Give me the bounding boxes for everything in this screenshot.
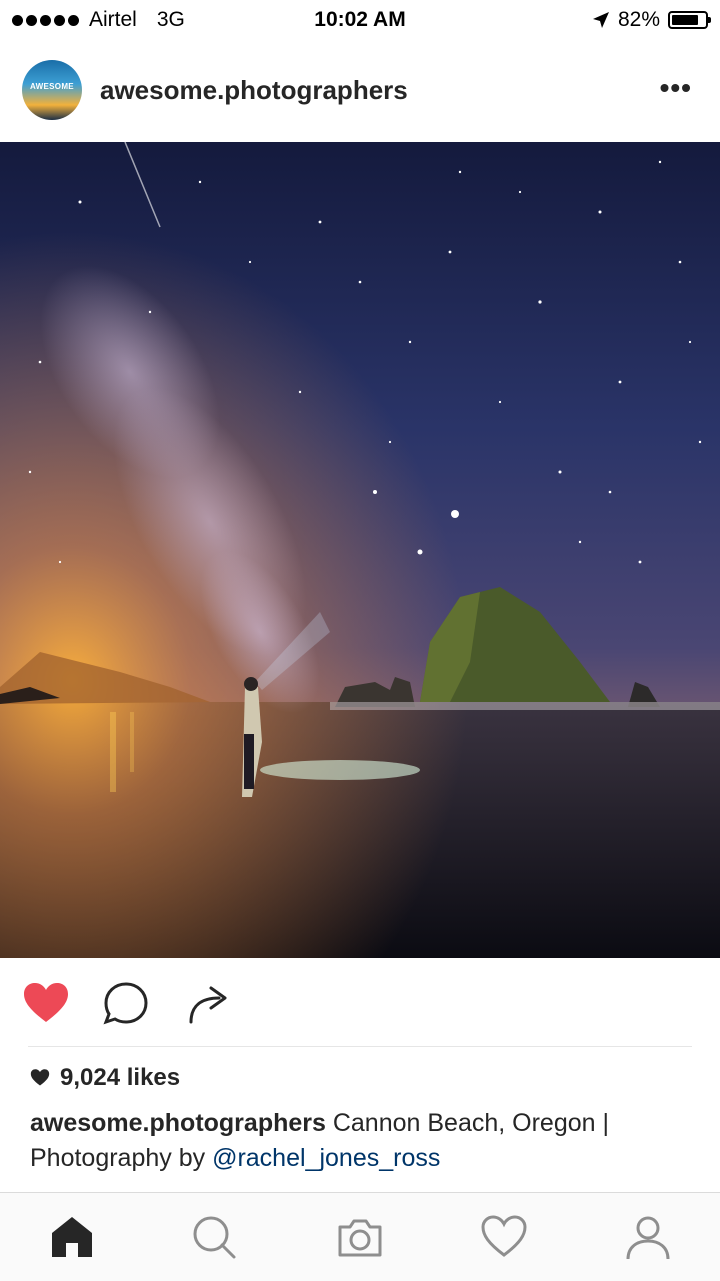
post-caption: awesome.photographers Cannon Beach, Oreg… — [30, 1106, 690, 1176]
likes-count[interactable]: 9,024 likes — [30, 1064, 180, 1092]
heart-icon — [24, 983, 68, 1022]
post-header: AWESOME awesome.photographers ••• — [0, 45, 720, 140]
night-sky-photo — [0, 142, 720, 958]
tab-home[interactable] — [48, 1213, 96, 1261]
share-icon — [189, 986, 227, 1024]
share-button[interactable] — [185, 980, 233, 1028]
more-options-button[interactable]: ••• — [660, 74, 692, 102]
location-arrow-icon — [592, 12, 609, 28]
tab-profile[interactable] — [624, 1213, 672, 1261]
post-photo[interactable] — [0, 142, 720, 958]
search-icon — [193, 1216, 236, 1259]
battery-fill — [672, 15, 699, 25]
camera-icon — [338, 1219, 382, 1257]
avatar-text: AWESOME — [30, 82, 74, 91]
profile-icon — [626, 1216, 670, 1260]
tab-camera[interactable] — [336, 1213, 384, 1261]
tab-activity[interactable] — [480, 1213, 528, 1261]
status-right: 82% — [592, 8, 711, 32]
post-username[interactable]: awesome.photographers — [100, 75, 408, 106]
comment-icon — [103, 982, 148, 1025]
activity-icon — [481, 1215, 527, 1257]
battery-icon — [668, 11, 711, 29]
likes-text: 9,024 likes — [60, 1064, 181, 1091]
home-icon — [52, 1217, 92, 1257]
like-button[interactable] — [22, 980, 70, 1028]
caption-username[interactable]: awesome.photographers — [30, 1109, 326, 1137]
tab-search[interactable] — [190, 1213, 238, 1261]
status-bar: Airtel 3G 10:02 AM 82% — [0, 0, 720, 40]
avatar[interactable]: AWESOME — [22, 60, 82, 120]
caption-mention[interactable]: @rachel_jones_ross — [212, 1144, 440, 1172]
small-heart-icon — [30, 1069, 50, 1086]
bottom-tab-bar — [0, 1192, 720, 1281]
battery-percent: 82% — [617, 8, 660, 31]
comment-button[interactable] — [102, 980, 150, 1028]
post-action-bar — [0, 958, 720, 1046]
divider — [28, 1046, 692, 1047]
